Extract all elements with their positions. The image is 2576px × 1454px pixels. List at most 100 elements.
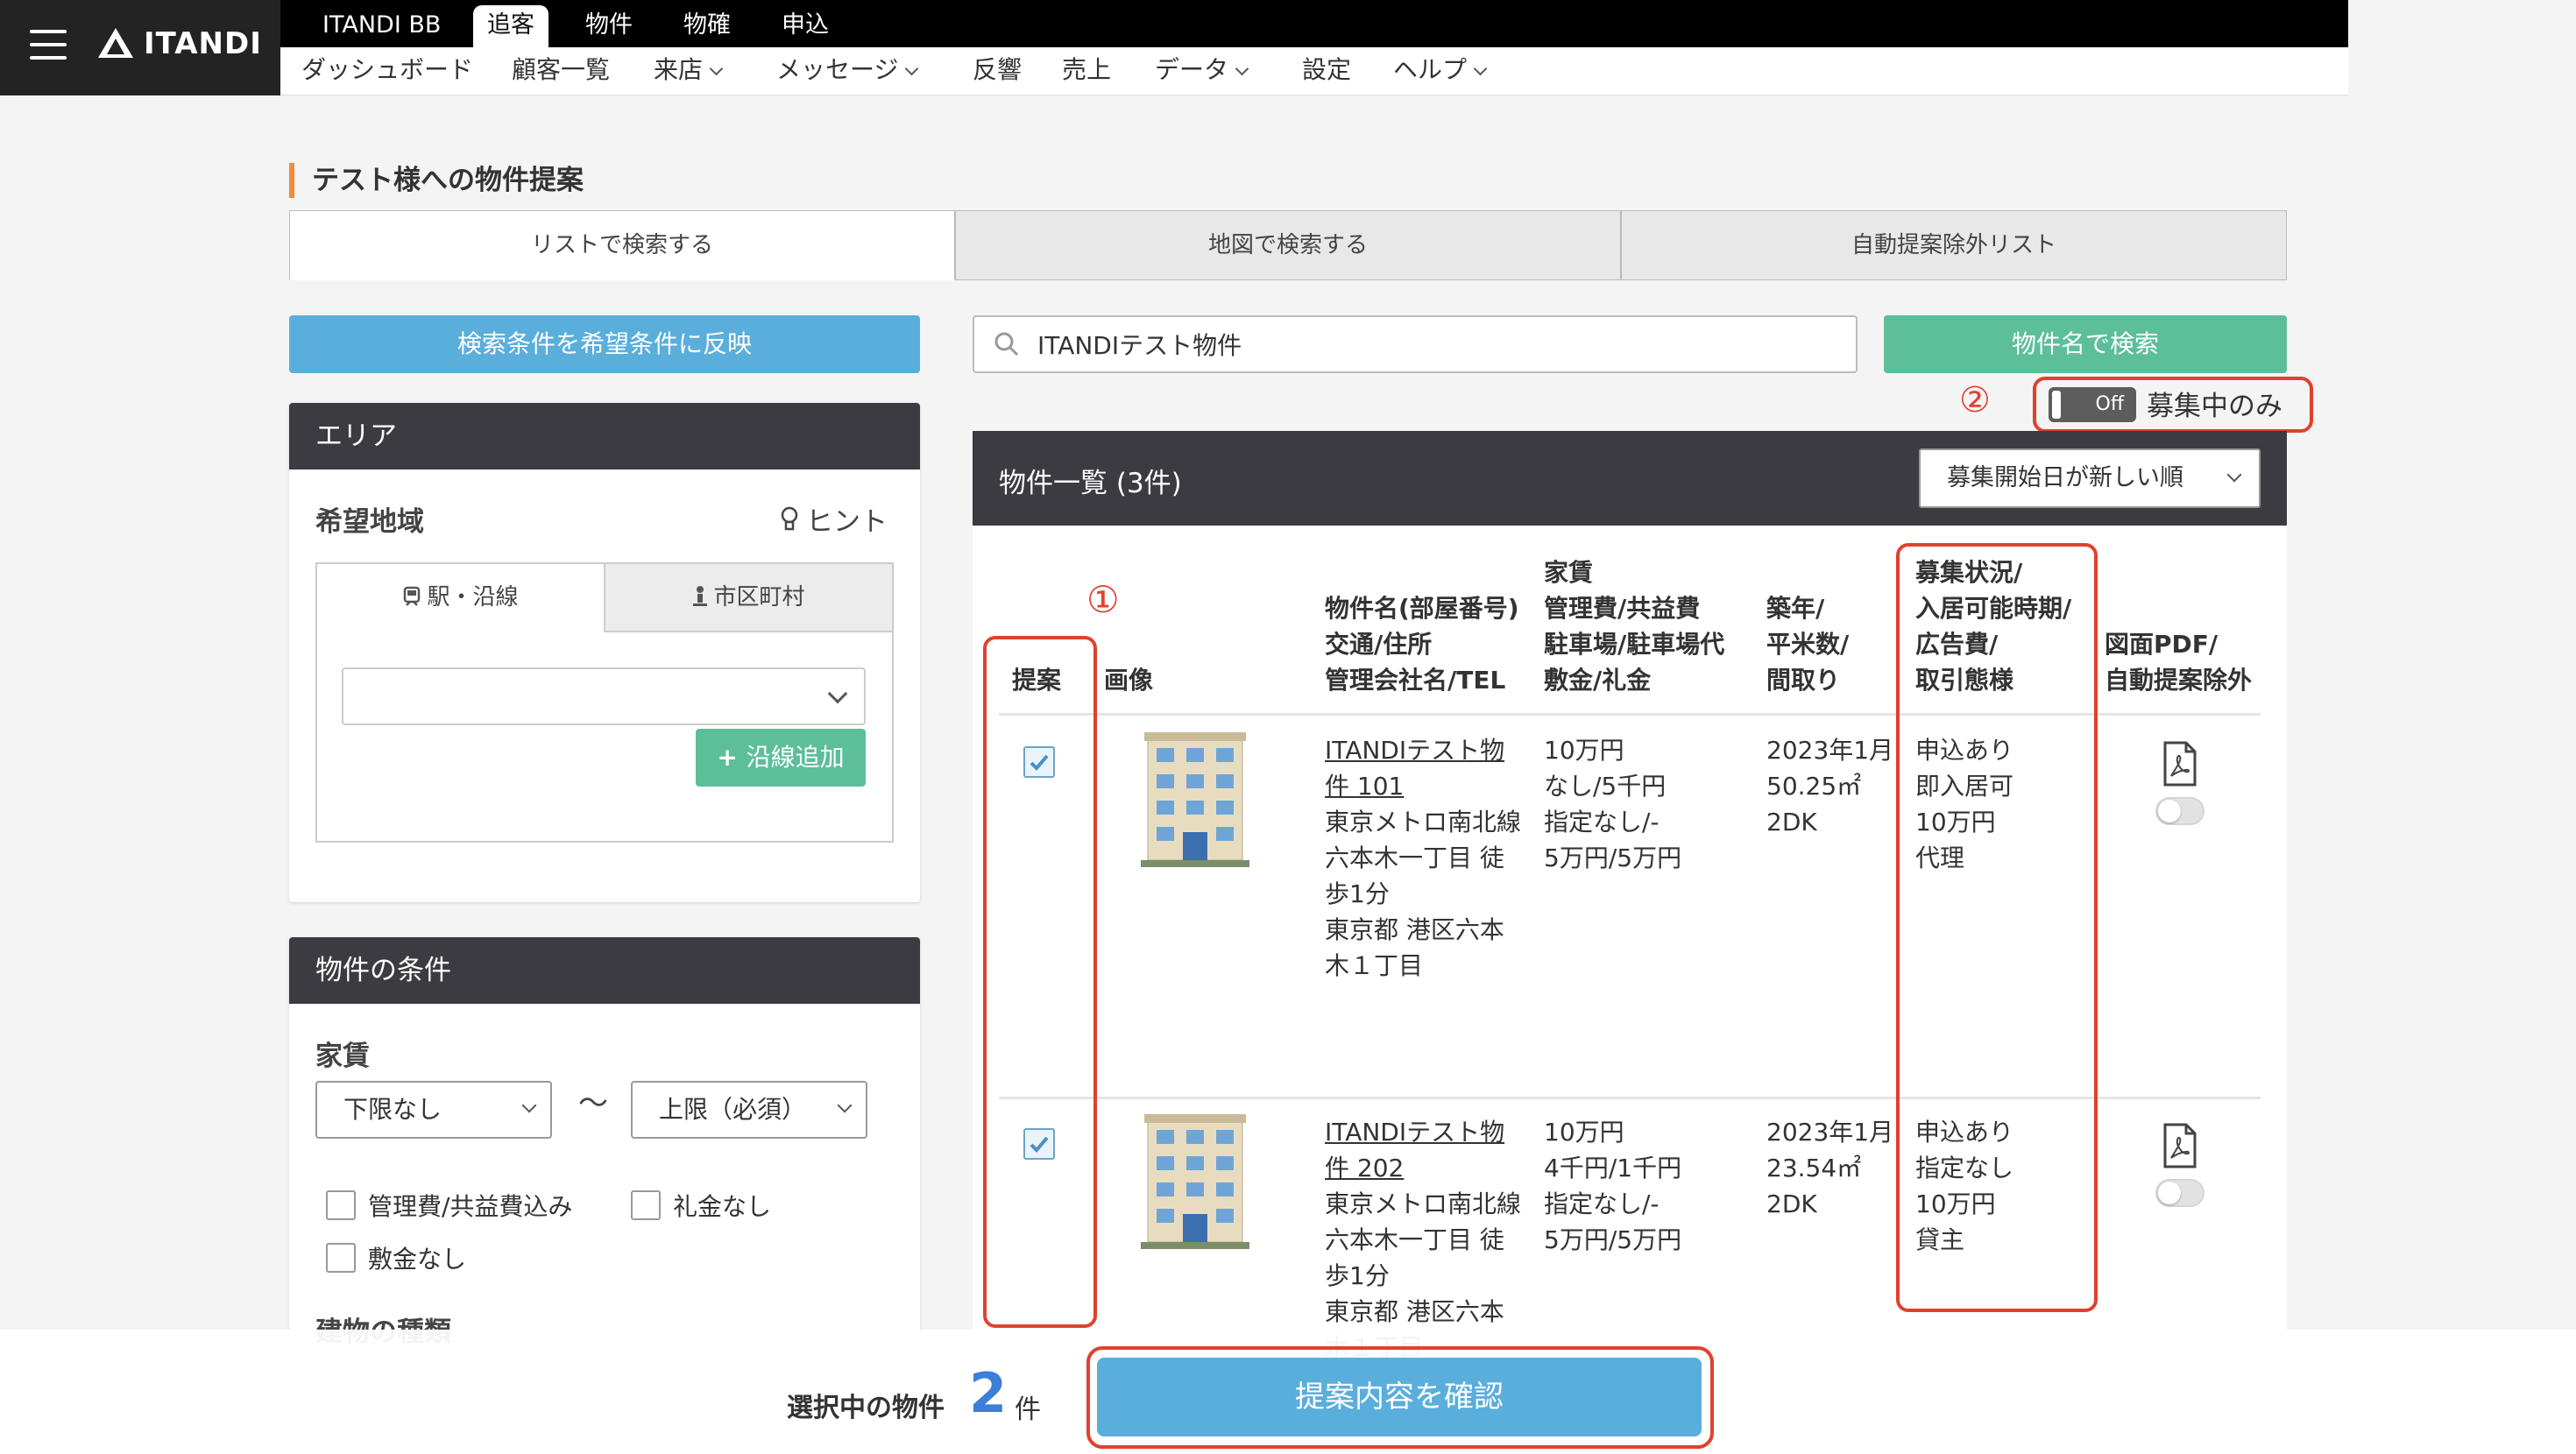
checkbox-label: 管理費/共益費込み xyxy=(368,1192,573,1221)
checkbox-label: 礼金なし xyxy=(673,1192,772,1221)
col-image: 画像 xyxy=(1104,666,1154,695)
add-line-button[interactable]: + 沿線追加 xyxy=(696,729,866,787)
checkbox-box[interactable] xyxy=(631,1190,661,1220)
area-panel-header: エリア xyxy=(289,403,920,469)
search-icon xyxy=(994,332,1019,356)
topnav-bukken[interactable]: 物件 xyxy=(585,0,633,47)
annotation-box-propose-column xyxy=(983,636,1097,1328)
plus-icon: + xyxy=(717,743,747,772)
chevron-down-icon xyxy=(1473,61,1488,76)
property-built: 2023年1月 23.54㎡ 2DK xyxy=(1766,1118,1894,1218)
rent-label: 家賃 xyxy=(315,1041,370,1072)
property-access: 東京メトロ南北線 六本木一丁目 徒 歩1分 東京都 港区六本 木１丁目 xyxy=(1325,808,1522,980)
reflect-conditions-button[interactable]: 検索条件を希望条件に反映 xyxy=(289,315,920,373)
checkbox-mgmt-fee-included[interactable]: 管理費/共益費込み xyxy=(326,1188,572,1223)
property-list-title: 物件一覧 (3件) xyxy=(999,468,1182,499)
col-built: 築年/ 平米数/ 間取り xyxy=(1766,594,1850,695)
range-separator: 〜 xyxy=(578,1086,608,1121)
auto-exclude-toggle[interactable] xyxy=(2155,797,2204,825)
subnav-response[interactable]: 反響 xyxy=(973,47,1022,95)
subnav-customers[interactable]: 顧客一覧 xyxy=(512,47,610,95)
chevron-down-icon xyxy=(709,61,724,76)
chevron-down-icon xyxy=(905,61,919,76)
rent-min-select[interactable]: 下限なし xyxy=(315,1081,552,1139)
subnav-sales[interactable]: 売上 xyxy=(1062,47,1111,95)
checkbox-no-deposit[interactable]: 敷金なし xyxy=(326,1240,466,1275)
col-pdf: 図面PDF/ 自動提案除外 xyxy=(2105,630,2253,695)
itandi-logo-icon xyxy=(98,28,133,58)
building-thumbnail xyxy=(1141,732,1249,867)
tab-station-line[interactable]: 駅・沿線 xyxy=(317,564,604,632)
topnav-moushikomi[interactable]: 申込 xyxy=(782,0,829,47)
top-nav: ITANDI BB 追客 物件 物確 申込 xyxy=(280,0,2348,47)
menu-icon[interactable] xyxy=(30,30,67,61)
subnav-messages[interactable]: メッセージ xyxy=(776,47,919,95)
chevron-down-icon xyxy=(827,683,848,704)
subnav-dashboard[interactable]: ダッシュボード xyxy=(301,47,473,95)
subnav-visit-label: 来店 xyxy=(654,55,704,84)
property-search-input[interactable]: ITANDIテスト物件 xyxy=(973,315,1858,373)
desired-area-label: 希望地域 xyxy=(315,506,424,538)
checkbox-box[interactable] xyxy=(326,1190,356,1220)
building-thumbnail xyxy=(1141,1114,1249,1249)
subnav-messages-label: メッセージ xyxy=(776,55,899,84)
property-name-link[interactable]: ITANDIテスト物 件 202 xyxy=(1325,1114,1504,1186)
property-name-link[interactable]: ITANDIテスト物 件 101 xyxy=(1325,732,1504,804)
person-pin-icon xyxy=(693,586,708,606)
rent-min-value: 下限なし xyxy=(343,1095,442,1124)
recruiting-only-label: 募集中のみ xyxy=(2147,391,2282,422)
name-search-button[interactable]: 物件名で検索 xyxy=(1884,315,2287,373)
logo-text: ITANDI xyxy=(144,26,262,61)
topnav-tsuikyaku[interactable]: 追客 xyxy=(473,5,548,47)
logo[interactable]: ITANDI xyxy=(96,26,262,61)
recruiting-only-toggle[interactable]: Off xyxy=(2049,387,2136,422)
chevron-down-icon xyxy=(837,1098,853,1113)
subnav-visit[interactable]: 来店 xyxy=(654,47,724,95)
tab-municipality-label: 市区町村 xyxy=(713,584,805,611)
chevron-down-icon xyxy=(521,1098,537,1113)
auto-exclude-toggle[interactable] xyxy=(2155,1179,2204,1207)
chevron-down-icon xyxy=(1235,61,1249,76)
tab-station-line-label: 駅・沿線 xyxy=(427,584,519,611)
subnav-settings[interactable]: 設定 xyxy=(1302,47,1351,95)
pdf-icon[interactable] xyxy=(2162,1123,2197,1168)
search-input-value: ITANDIテスト物件 xyxy=(1037,331,1242,360)
topnav-itandi-bb[interactable]: ITANDI BB xyxy=(322,0,441,47)
selected-properties-label: 選択中の物件 xyxy=(787,1393,945,1423)
rent-max-value: 上限（必須） xyxy=(659,1095,807,1124)
checkbox-box[interactable] xyxy=(326,1243,356,1273)
train-icon xyxy=(404,586,421,606)
sort-select-value: 募集開始日が新しい順 xyxy=(1947,464,2183,491)
tab-list-search[interactable]: リストで検索する xyxy=(289,210,955,280)
property-rent: 10万円 なし/5千円 指定なし/- 5万円/5万円 xyxy=(1544,736,1682,872)
lightbulb-icon xyxy=(781,506,798,530)
page-title: テスト様への物件提案 xyxy=(289,163,584,198)
subnav-data[interactable]: データ xyxy=(1155,47,1249,95)
hint-label: ヒント xyxy=(806,506,888,538)
subnav-customers-label: 顧客一覧 xyxy=(512,55,611,84)
topnav-bukkaku[interactable]: 物確 xyxy=(683,0,731,47)
col-name: 物件名(部屋番号) 交通/住所 管理会社名/TEL xyxy=(1325,594,1519,695)
tab-municipality[interactable]: 市区町村 xyxy=(604,564,892,632)
add-line-label: 沿線追加 xyxy=(746,743,845,772)
search-mode-tabs: リストで検索する 地図で検索する 自動提案除外リスト xyxy=(289,210,2287,280)
rent-max-select[interactable]: 上限（必須） xyxy=(631,1081,867,1139)
confirm-proposal-button[interactable]: 提案内容を確認 xyxy=(1097,1358,1702,1436)
checkbox-label: 敷金なし xyxy=(368,1245,467,1274)
pdf-icon[interactable] xyxy=(2162,741,2197,787)
property-rent: 10万円 4千円/1千円 指定なし/- 5万円/5万円 xyxy=(1544,1118,1682,1254)
subnav-help-label: ヘルプ xyxy=(1393,55,1468,84)
subnav-help[interactable]: ヘルプ xyxy=(1393,47,1488,95)
tab-auto-exclude-list[interactable]: 自動提案除外リスト xyxy=(1621,210,2287,280)
tab-map-search[interactable]: 地図で検索する xyxy=(955,210,1621,280)
col-rent: 家賃 管理費/共益費 駐車場/駐車場代 敷金/礼金 xyxy=(1544,558,1725,695)
line-select[interactable] xyxy=(342,667,866,725)
selected-unit: 件 xyxy=(1015,1394,1041,1425)
sort-select[interactable]: 募集開始日が新しい順 xyxy=(1919,448,2261,508)
subnav-data-label: データ xyxy=(1155,55,1229,84)
selected-count: 2 xyxy=(969,1361,1008,1425)
conditions-panel-header: 物件の条件 xyxy=(289,937,920,1004)
hint-link[interactable]: ヒント xyxy=(780,499,888,539)
chevron-down-icon xyxy=(2226,467,2242,483)
checkbox-no-key-money[interactable]: 礼金なし xyxy=(631,1188,771,1223)
